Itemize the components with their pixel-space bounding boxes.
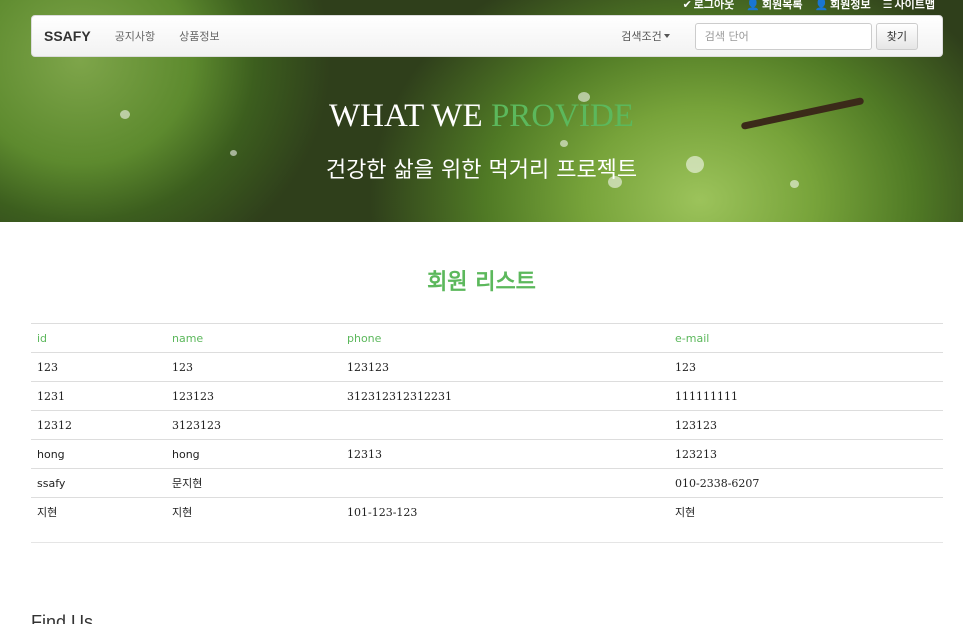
cell-phone: 101-123-123 [341, 497, 669, 527]
divider [31, 542, 943, 543]
column-header-id: id [31, 323, 166, 353]
logout-link[interactable]: ✔ 로그아웃 [683, 0, 735, 11]
cell-phone: 12313 [341, 439, 669, 469]
top-navbar: SSAFY 공지사항 상품정보 검색조건 찾기 [31, 15, 943, 57]
cell-name: 지현 [166, 497, 341, 527]
cell-name: hong [166, 439, 341, 469]
table-row: ssafy 문지현 010-2338-6207 [31, 468, 943, 498]
cell-email: 123 [669, 352, 943, 382]
column-header-email: e-mail [669, 323, 943, 353]
table-row: 1231 123123 312312312312231 111111111 [31, 381, 943, 411]
cell-id: 지현 [31, 497, 166, 527]
cell-phone: 312312312312231 [341, 381, 669, 411]
cell-email: 123123 [669, 410, 943, 440]
cell-name: 123 [166, 352, 341, 382]
table-row: 12312 3123123 123123 [31, 410, 943, 440]
cell-id: 12312 [31, 410, 166, 440]
table-row: 지현 지현 101-123-123 지현 [31, 497, 943, 527]
member-table: id name phone e-mail 123 123 123123 123 … [31, 323, 943, 527]
cell-email: 123213 [669, 439, 943, 469]
cell-email: 111111111 [669, 381, 943, 411]
cell-id: 123 [31, 352, 166, 382]
cell-id: hong [31, 439, 166, 469]
cell-id: ssafy [31, 468, 166, 498]
search-button[interactable]: 찾기 [875, 22, 918, 50]
member-list-link[interactable]: 👤 회원목록 [746, 0, 802, 11]
sitemap-link[interactable]: ☰ 사이트맵 [883, 0, 935, 11]
water-drop-decoration [560, 140, 568, 147]
hero-subtitle: 건강한 삶을 위한 먹거리 프로젝트 [325, 158, 638, 183]
member-info-link[interactable]: 👤 회원정보 [814, 0, 870, 11]
list-icon: ☰ [882, 0, 893, 11]
cell-email: 010-2338-6207 [669, 468, 943, 498]
column-header-name: name [166, 323, 341, 353]
search-condition-dropdown[interactable]: 검색조건 [621, 28, 670, 44]
brand-logo[interactable]: SSAFY [44, 28, 91, 44]
cell-id: 1231 [31, 381, 166, 411]
nav-link-notice[interactable]: 공지사항 [115, 28, 155, 44]
cell-phone [341, 468, 669, 498]
cell-email: 지현 [669, 497, 943, 527]
check-icon: ✔ [682, 0, 692, 11]
hero-banner: ✔ 로그아웃 👤 회원목록 👤 회원정보 ☰ 사이트맵 SSAFY 공지사항 상품정보 … [0, 0, 963, 222]
caret-down-icon [663, 34, 670, 38]
cell-name: 문지현 [166, 468, 341, 498]
column-header-phone: phone [341, 323, 669, 353]
cell-name: 123123 [166, 381, 341, 411]
hero-title: WHAT WE PROVIDE [329, 98, 634, 134]
table-header-row: id name phone e-mail [31, 323, 943, 353]
table-row: hong hong 12313 123213 [31, 439, 943, 469]
user-icon: 👤 [814, 0, 829, 11]
section-title: 회원 리스트 [427, 270, 536, 295]
cell-name: 3123123 [166, 410, 341, 440]
utility-links: ✔ 로그아웃 👤 회원목록 👤 회원정보 ☰ 사이트맵 [683, 0, 935, 11]
footer-heading: Find Us [31, 612, 94, 624]
nav-link-products[interactable]: 상품정보 [179, 28, 219, 44]
table-row: 123 123 123123 123 [31, 352, 943, 382]
cell-phone: 123123 [341, 352, 669, 382]
search-input[interactable] [694, 22, 872, 50]
cell-phone [341, 410, 669, 440]
user-icon: 👤 [746, 0, 760, 11]
